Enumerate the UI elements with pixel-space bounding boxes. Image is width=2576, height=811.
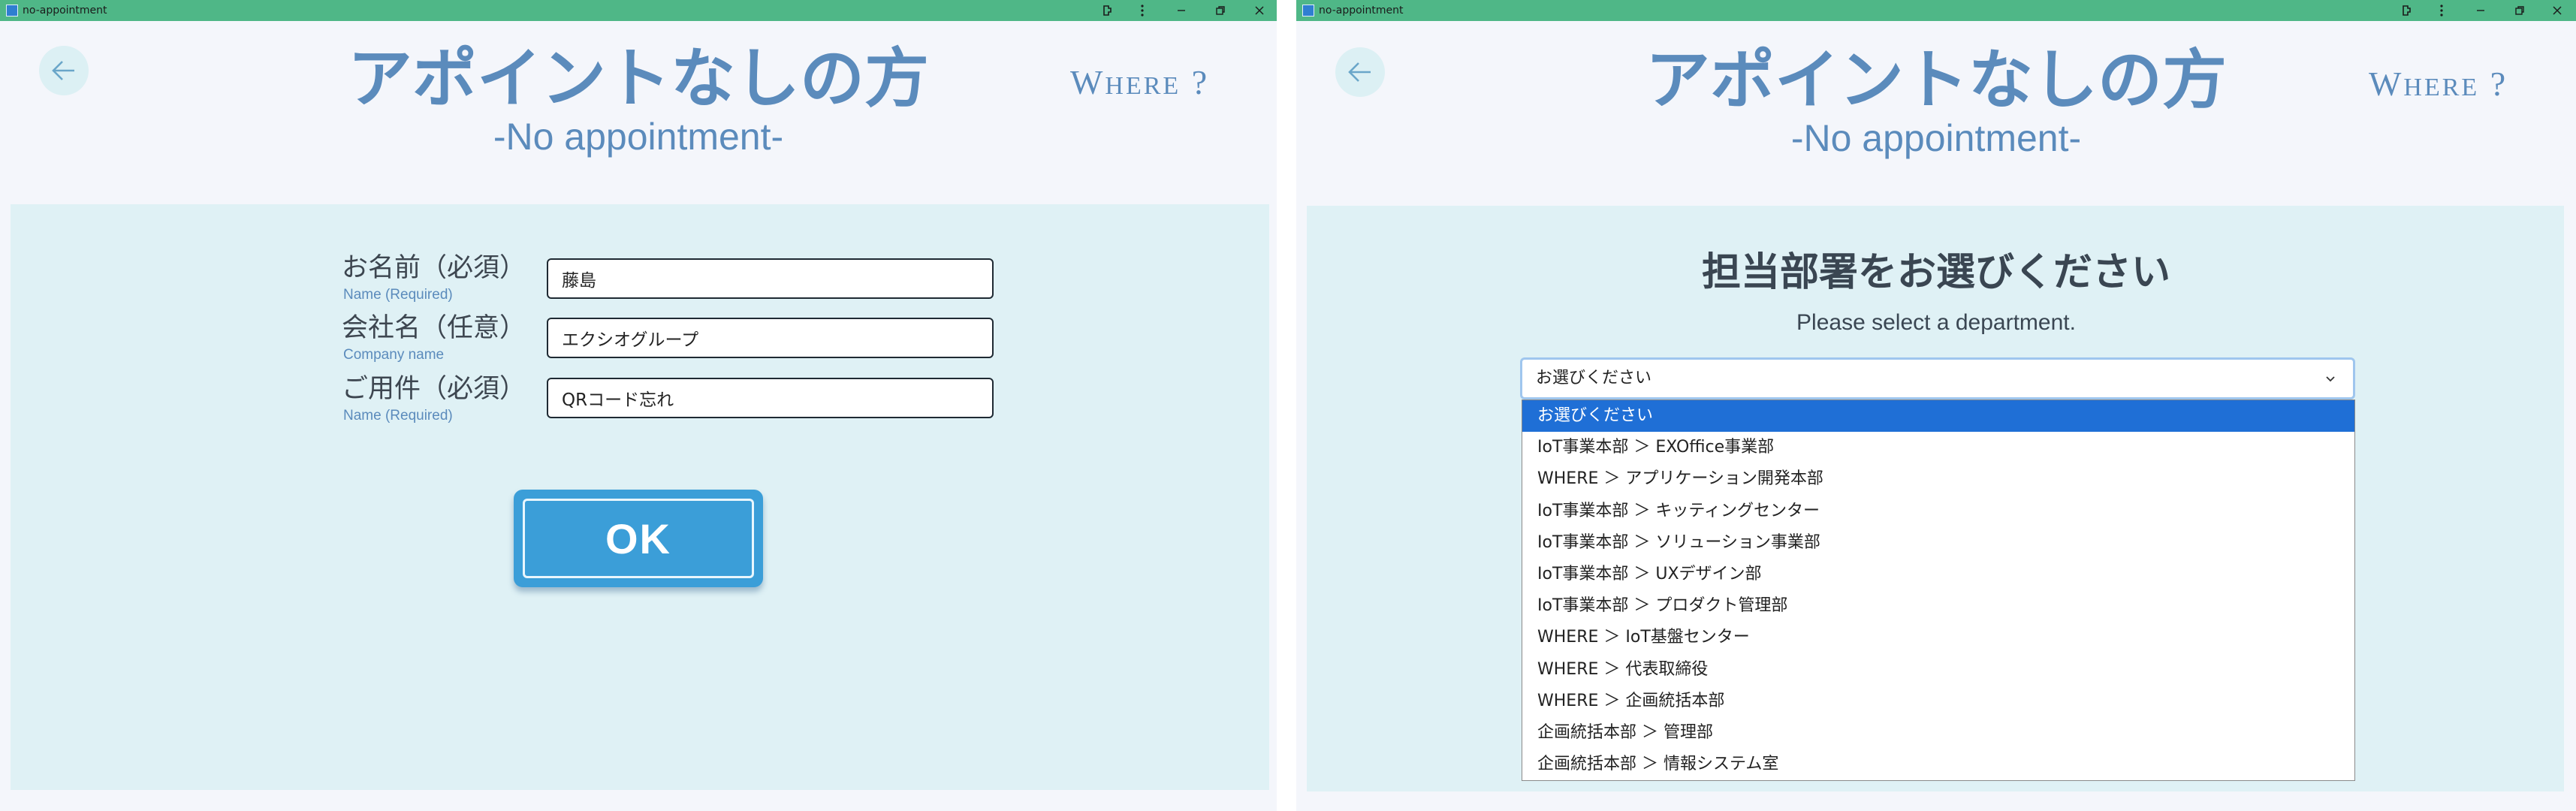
brand-mark: ? xyxy=(2479,65,2508,103)
dropdown-option[interactable]: WHERE ＞ IoT基盤センター xyxy=(1522,622,2354,653)
brand-logo: WHERE ? xyxy=(2369,63,2508,109)
app-icon xyxy=(1302,5,1314,17)
app-icon xyxy=(6,5,18,17)
dropdown-option[interactable]: 企画統括本部 ＞ 情報システム室 xyxy=(1522,749,2354,780)
extension-icon[interactable] xyxy=(2390,0,2424,21)
purpose-label: ご用件（必須） xyxy=(342,374,526,404)
page-subtitle: -No appointment- xyxy=(493,116,784,158)
dropdown-option[interactable]: IoT事業本部 ＞ プロダクト管理部 xyxy=(1522,590,2354,622)
dropdown-option[interactable]: IoT事業本部 ＞ EXOffice事業部 xyxy=(1522,432,2354,463)
dropdown-option[interactable]: IoT事業本部 ＞ ソリューション事業部 xyxy=(1522,527,2354,559)
department-subheading: Please select a department. xyxy=(1796,310,2076,335)
department-select[interactable]: お選びください xyxy=(1520,357,2355,399)
window-left: no-appointment アポイントなしの方 -No appointment… xyxy=(0,0,1277,811)
title-bar[interactable]: no-appointment xyxy=(1296,0,2576,21)
ok-button-label: OK xyxy=(605,514,671,562)
restore-icon[interactable] xyxy=(1203,0,1238,21)
brand-mark: ? xyxy=(1181,63,1210,101)
brand-first: W xyxy=(1070,63,1106,101)
purpose-input[interactable] xyxy=(547,378,994,418)
more-options-icon[interactable] xyxy=(1125,0,1160,21)
title-bar[interactable]: no-appointment xyxy=(0,0,1277,21)
department-dropdown: お選びください IoT事業本部 ＞ EXOffice事業部 WHERE ＞ アプ… xyxy=(1522,399,2355,781)
window-title: no-appointment xyxy=(23,5,107,17)
department-select-value: お選びください xyxy=(1536,369,1652,387)
dropdown-option[interactable]: 企画統括本部 ＞ 管理部 xyxy=(1522,717,2354,749)
close-icon[interactable] xyxy=(1242,0,1277,21)
brand-first: W xyxy=(2369,65,2404,103)
brand-logo: WHERE ? xyxy=(1070,62,1209,107)
brand-rest: HERE xyxy=(1105,72,1181,100)
name-label: お名前（必須） xyxy=(342,253,526,283)
brand-rest: HERE xyxy=(2403,74,2480,101)
dropdown-option[interactable]: WHERE ＞ 代表取締役 xyxy=(1522,654,2354,686)
minimize-icon[interactable] xyxy=(1164,0,1199,21)
restore-icon[interactable] xyxy=(2502,0,2537,21)
purpose-sublabel: Name (Required) xyxy=(343,408,453,424)
name-input[interactable] xyxy=(547,258,994,299)
minimize-icon[interactable] xyxy=(2463,0,2498,21)
chevron-down-icon xyxy=(2326,376,2335,382)
company-label: 会社名（任意） xyxy=(342,313,526,343)
dropdown-option[interactable]: WHERE ＞ 企画統括本部 xyxy=(1522,686,2354,717)
extension-icon[interactable] xyxy=(1090,0,1125,21)
name-sublabel: Name (Required) xyxy=(343,287,453,303)
company-sublabel: Company name xyxy=(343,347,445,363)
ok-button[interactable]: OK xyxy=(514,490,763,587)
window-right: no-appointment アポイントなしの方 -No appointment… xyxy=(1296,0,2576,811)
dropdown-option[interactable]: IoT事業本部 ＞ UXデザイン部 xyxy=(1522,559,2354,590)
dropdown-option[interactable]: IoT事業本部 ＞ キッティングセンター xyxy=(1522,496,2354,527)
company-input[interactable] xyxy=(547,318,994,358)
department-heading: 担当部署をお選びください xyxy=(1701,250,2170,295)
dropdown-option[interactable]: お選びください xyxy=(1522,400,2354,433)
more-options-icon[interactable] xyxy=(2424,0,2459,21)
dropdown-option[interactable]: WHERE ＞ アプリケーション開発本部 xyxy=(1522,463,2354,495)
page-subtitle: -No appointment- xyxy=(1790,117,2082,159)
window-title: no-appointment xyxy=(1319,5,1404,17)
close-icon[interactable] xyxy=(2540,0,2574,21)
